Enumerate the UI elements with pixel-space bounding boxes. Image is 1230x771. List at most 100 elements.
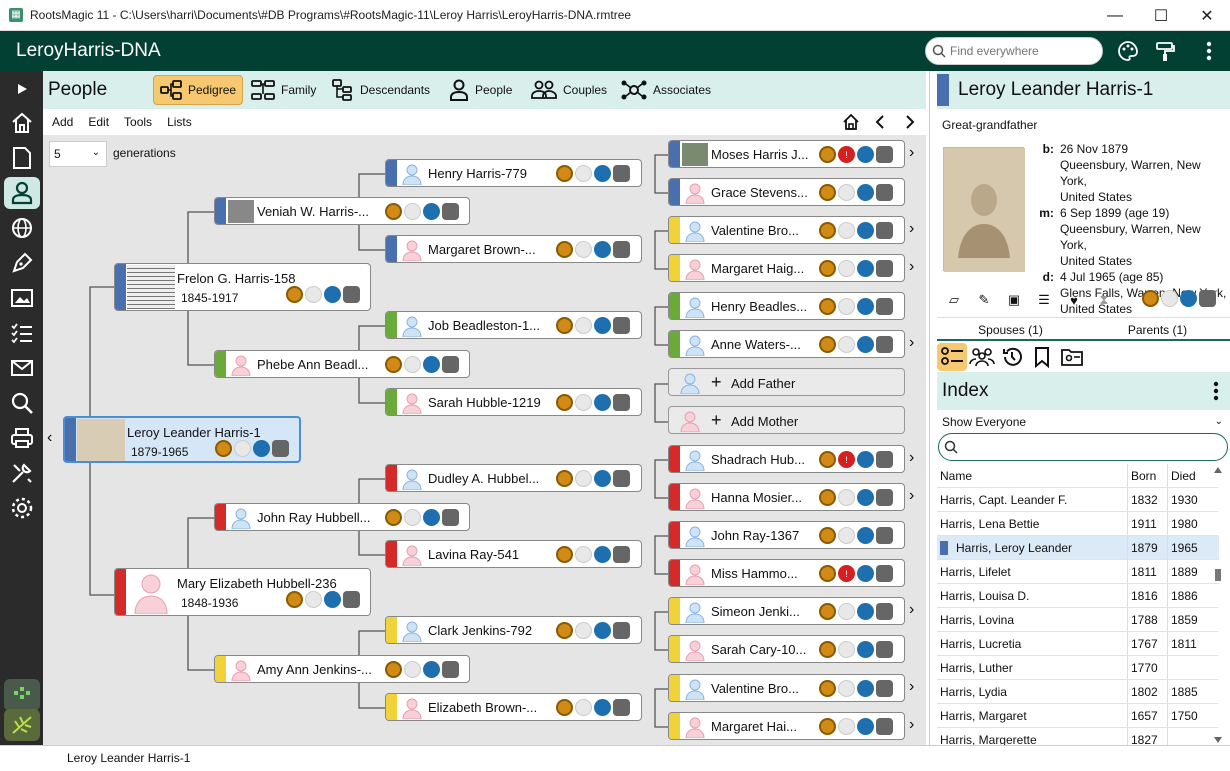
table-row[interactable]: Harris, Lydia 1802 1885 [937,680,1219,704]
pedigree-box[interactable]: Job Beadleston-1... [385,311,642,339]
familysearch-tree-icon[interactable] [1180,290,1197,307]
chevron-right-icon[interactable]: › [909,487,914,505]
menu-edit[interactable]: Edit [88,115,109,129]
index-more-icon[interactable] [1213,380,1219,402]
column-born[interactable]: Born [1128,464,1168,487]
pedigree-box[interactable]: Shadrach Hub...! [668,445,905,473]
image-icon[interactable] [4,282,40,314]
pedigree-box[interactable]: John Ray Hubbell... [214,503,470,531]
column-name[interactable]: Name [937,464,1128,487]
minimize-button[interactable]: — [1092,0,1138,31]
tab-people[interactable]: People [443,75,518,105]
pedigree-box[interactable]: Anne Waters-... [668,330,905,358]
pedigree-box[interactable]: Grace Stevens... [668,178,905,206]
pedigree-box[interactable]: Margaret Brown-... [385,235,642,263]
pedigree-box[interactable]: Simeon Jenki... [668,597,905,625]
pedigree-box[interactable]: Phebe Ann Beadl... [214,350,470,378]
pedigree-box[interactable]: Sarah Hubble-1219 [385,388,642,416]
add-father-button[interactable]: + Add Father [668,368,905,396]
edit-pen-icon[interactable]: ✎ [973,291,995,309]
pedigree-box[interactable]: Valentine Bro... [668,216,905,244]
hint-icon[interactable] [1161,290,1178,307]
tab-family[interactable]: Family [245,75,322,105]
table-row[interactable]: Harris, Lena Bettie 1911 1980 [937,512,1219,536]
chevron-right-icon[interactable]: › [909,258,914,276]
pedigree-box[interactable]: Clark Jenkins-792 [385,616,642,644]
pedigree-box[interactable]: Veniah W. Harris-... [214,197,470,225]
table-row[interactable]: Harris, Lucretia 1767 1811 [937,632,1219,656]
chevron-left-icon[interactable]: ‹ [47,429,52,447]
table-row[interactable]: Harris, Capt. Leander F. 1832 1930 [937,488,1219,512]
pedigree-box[interactable]: Amy Ann Jenkins-... [214,655,470,683]
more-options-icon[interactable] [1196,38,1222,64]
contact-card-icon[interactable] [1057,343,1087,371]
groups-icon[interactable] [967,343,997,371]
table-row[interactable]: Harris, Leroy Leander 1879 1965 [937,536,1219,560]
media-icon[interactable]: ▣ [1003,291,1025,309]
pedigree-box-root[interactable]: Leroy Leander Harris-1 1879-1965 [63,416,301,463]
pedigree-box[interactable]: Margaret Haig... [668,254,905,282]
expand-sidebar-icon[interactable] [4,73,40,105]
search-input[interactable] [950,44,1090,58]
pedigree-box[interactable]: Elizabeth Brown-... [385,693,642,721]
pedigree-box-mother[interactable]: Mary Elizabeth Hubbell-236 1848-1936 [114,568,371,616]
pedigree-box[interactable]: Henry Harris-779 [385,159,642,187]
dna-icon[interactable] [1142,290,1159,307]
chevron-right-icon[interactable]: › [909,334,914,352]
pedigree-box[interactable]: Sarah Cary-10... [668,635,905,663]
note-icon[interactable]: ▱ [943,291,965,309]
chevron-right-icon[interactable]: › [909,144,914,162]
print-icon[interactable] [4,422,40,454]
bookmark-icon[interactable] [1027,343,1057,371]
health-heart-icon[interactable]: ♥ [1063,291,1085,309]
table-row[interactable]: Harris, Louisa D. 1816 1886 [937,584,1219,608]
search-box[interactable] [925,37,1103,65]
pedigree-box-father[interactable]: Frelon G. Harris-158 1845-1917 [114,263,371,311]
pedigree-box[interactable]: Moses Harris J...! [668,140,905,168]
table-row[interactable]: Harris, Luther 1770 [937,656,1219,680]
task-list-icon[interactable]: ☰ [1033,291,1055,309]
hourglass-icon[interactable]: ⧗ [1093,291,1115,309]
tab-pedigree[interactable]: Pedigree [153,75,244,105]
table-row[interactable]: Harris, Lifelet 1811 1889 [937,560,1219,584]
paint-roller-icon[interactable] [1152,38,1178,64]
history-icon[interactable] [997,343,1027,371]
index-scrollbar[interactable] [1211,465,1225,745]
home-icon[interactable] [4,107,40,139]
menu-lists[interactable]: Lists [167,115,192,129]
settings-gear-icon[interactable] [4,492,40,524]
tab-parents[interactable]: Parents (1) [1084,318,1230,339]
forward-nav-icon[interactable] [904,114,916,130]
pedigree-box[interactable]: Valentine Bro... [668,674,905,702]
index-view-icon[interactable] [937,343,967,371]
tools-icon[interactable] [4,457,40,489]
tab-couples[interactable]: Couples [525,75,613,105]
pen-icon[interactable] [4,247,40,279]
tab-associates[interactable]: Associates [615,75,717,105]
close-button[interactable]: ✕ [1184,0,1230,31]
index-filter-select[interactable]: Show Everyone ⌄ [937,412,1229,432]
people-icon[interactable] [4,177,40,209]
home-nav-icon[interactable] [842,113,860,131]
tab-descendants[interactable]: Descendants [326,75,436,105]
chevron-right-icon[interactable]: › [909,716,914,734]
tab-spouses[interactable]: Spouses (1) [937,318,1084,339]
mail-icon[interactable] [4,352,40,384]
document-icon[interactable] [4,142,40,174]
column-died[interactable]: Died [1168,464,1208,487]
familysearch-icon[interactable] [4,679,40,711]
chevron-right-icon[interactable]: › [909,678,914,696]
records-icon[interactable] [1199,290,1216,307]
chevron-right-icon[interactable]: › [909,449,914,467]
chevron-right-icon[interactable]: › [909,601,914,619]
pedigree-box[interactable]: John Ray-1367 [668,521,905,549]
task-list-icon[interactable] [4,317,40,349]
table-row[interactable]: Harris, Margaret 1657 1750 [937,704,1219,728]
menu-tools[interactable]: Tools [124,115,152,129]
table-row[interactable]: Harris, Lovina 1788 1859 [937,608,1219,632]
chevron-right-icon[interactable]: › [909,220,914,238]
pedigree-box[interactable]: Margaret Hai... [668,712,905,740]
add-mother-button[interactable]: + Add Mother [668,406,905,434]
pedigree-box[interactable]: Dudley A. Hubbel... [385,464,642,492]
palette-icon[interactable] [1115,38,1141,64]
